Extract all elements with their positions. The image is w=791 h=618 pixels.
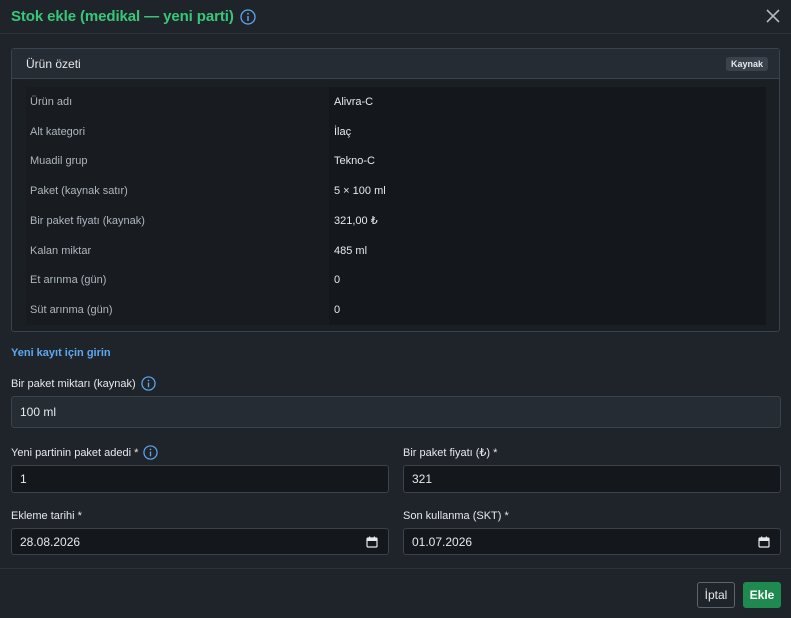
package-amount-label-text: Bir paket miktarı (kaynak)	[11, 377, 136, 390]
added-date-label: Ekleme tarihi *	[11, 510, 82, 522]
added-date-input[interactable]: 28.08.2026	[11, 528, 389, 555]
close-icon[interactable]	[765, 8, 781, 24]
row-value: Tekno-C	[329, 146, 766, 177]
source-badge: Kaynak	[725, 56, 768, 71]
row-value: İlaç	[329, 116, 766, 147]
cancel-button[interactable]: İptal	[697, 582, 735, 608]
row-label: Et arınma (gün)	[30, 274, 107, 287]
row-value: 321,00 ₺	[329, 206, 766, 236]
package-count-label-text: Yeni partinin paket adedi *	[11, 446, 139, 459]
package-price-label-text: Bir paket fiyatı (₺) *	[403, 447, 498, 459]
added-date-value: 28.08.2026	[20, 534, 81, 549]
row-label: Kalan miktar	[30, 244, 92, 257]
summary-row: Alt kategori İlaç	[26, 116, 766, 147]
row-label: Bir paket fiyatı (kaynak)	[30, 214, 145, 227]
row-value: 0	[329, 265, 766, 296]
expiry-date-label: Son kullanma (SKT) *	[403, 510, 509, 522]
info-icon[interactable]	[240, 8, 256, 25]
summary-row: Et arınma (gün) 0	[26, 265, 766, 296]
info-icon[interactable]	[143, 445, 159, 460]
row-label: Alt kategori	[30, 125, 86, 138]
dialog-header: Stok ekle (medikal — yeni parti)	[0, 0, 791, 34]
row-value: 485 ml	[329, 235, 766, 266]
summary-table: Ürün adı Alivra-C Alt kategori İlaç Muadil…	[26, 87, 766, 325]
package-price-label: Bir paket fiyatı (₺) *	[403, 446, 497, 459]
summary-row: Ürün adı Alivra-C	[26, 87, 766, 117]
package-price-value: 321	[412, 472, 433, 486]
expiry-date-value: 01.07.2026	[412, 534, 473, 549]
expiry-date-label-text: Son kullanma (SKT) *	[403, 510, 509, 522]
row-value: Alivra-C	[329, 87, 766, 117]
dialog-footer: İptal Ekle	[0, 568, 791, 618]
package-count-input[interactable]: 1	[11, 465, 389, 493]
package-price-input[interactable]: 321	[403, 465, 781, 493]
calendar-icon[interactable]	[758, 536, 770, 548]
product-summary-panel: Ürün özeti Kaynak Ürün adı Alivra-C Alt k…	[11, 48, 780, 332]
section-title: Yeni kayıt için girin	[11, 347, 111, 359]
row-value: 0	[329, 295, 766, 325]
add-button[interactable]: Ekle	[743, 582, 781, 608]
calendar-icon[interactable]	[366, 536, 378, 548]
row-label: Ürün adı	[30, 95, 73, 108]
package-count-label: Yeni partinin paket adedi *	[11, 445, 159, 460]
expiry-date-input[interactable]: 01.07.2026	[403, 528, 781, 555]
stock-add-dialog: Stok ekle (medikal — yeni parti) Ürün öz…	[0, 0, 791, 618]
package-amount-label: Bir paket miktarı (kaynak)	[11, 376, 156, 391]
summary-header: Ürün özeti Kaynak	[12, 49, 779, 79]
summary-row: Muadil grup Tekno-C	[26, 146, 766, 177]
info-icon[interactable]	[141, 376, 156, 391]
added-date-label-text: Ekleme tarihi *	[11, 510, 82, 522]
package-amount-value: 100 ml	[20, 405, 57, 419]
summary-row: Paket (kaynak satır) 5 × 100 ml	[26, 176, 766, 206]
package-amount-field: 100 ml	[11, 396, 781, 428]
row-label: Süt arınma (gün)	[30, 304, 113, 317]
row-label: Muadil grup	[30, 155, 88, 168]
summary-row: Süt arınma (gün) 0	[26, 295, 766, 325]
row-value: 5 × 100 ml	[329, 176, 766, 206]
dialog-title: Stok ekle (medikal — yeni parti)	[11, 8, 234, 25]
summary-row: Bir paket fiyatı (kaynak) 321,00 ₺	[26, 206, 766, 236]
package-count-value: 1	[20, 472, 27, 486]
summary-row: Kalan miktar 485 ml	[26, 235, 766, 266]
summary-title: Ürün özeti	[26, 56, 81, 71]
row-label: Paket (kaynak satır)	[30, 185, 128, 198]
